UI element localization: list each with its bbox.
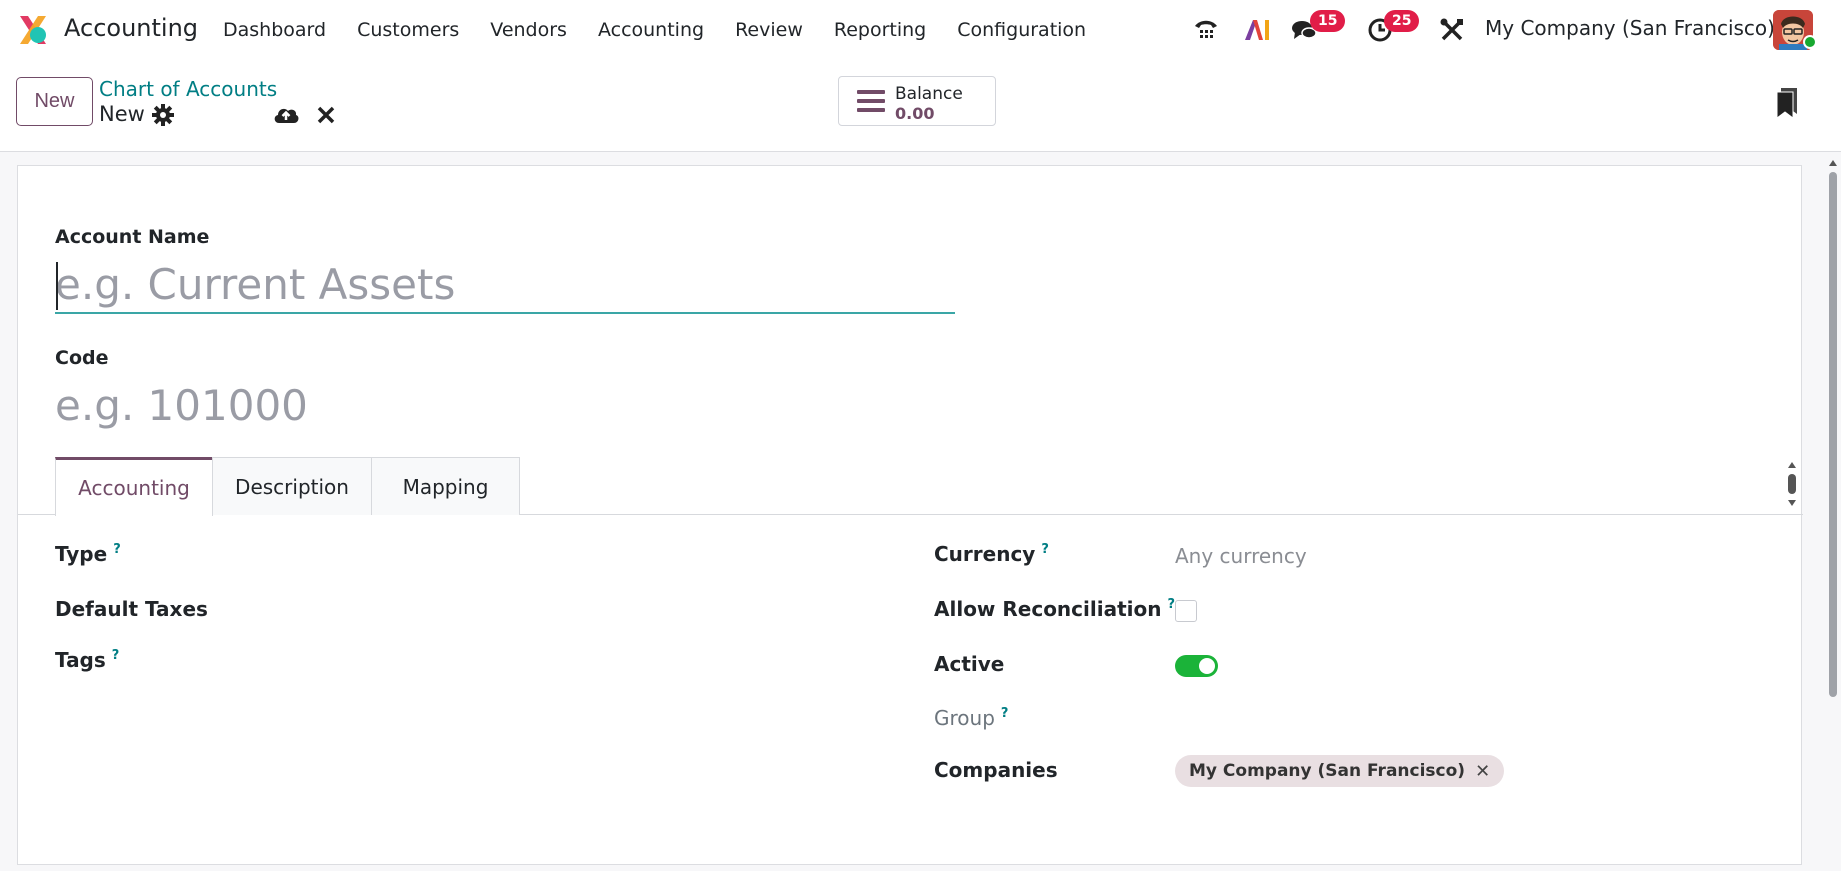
scroll-down-arrow-icon[interactable] [1786,497,1798,509]
tags-label: Tags? [55,648,119,672]
menu-configuration[interactable]: Configuration [957,19,1086,41]
cloud-upload-icon[interactable] [272,102,300,128]
company-tag-label: My Company (San Francisco) [1189,761,1466,781]
remove-tag-icon[interactable]: ✕ [1475,761,1490,782]
code-input[interactable] [55,376,955,434]
breadcrumb-chart-of-accounts[interactable]: Chart of Accounts [99,77,277,101]
type-label: Type? [55,542,121,566]
tabs-scrollbar[interactable] [1786,459,1798,509]
tags-label-text: Tags [55,648,106,672]
balance-value: 0.00 [895,104,935,123]
page-scrollbar-thumb[interactable] [1829,172,1837,697]
tabs-scrollbar-thumb[interactable] [1788,474,1796,494]
app-title[interactable]: Accounting [64,14,198,42]
currency-label: Currency? [934,542,1049,566]
ai-icon[interactable] [1242,16,1270,44]
control-panel: New Chart of Accounts New Balance 0.00 [0,60,1841,152]
balance-label: Balance [895,84,963,104]
tab-description[interactable]: Description [212,457,372,515]
currency-label-text: Currency [934,542,1036,566]
account-name-input[interactable] [55,256,955,314]
tags-help-icon[interactable]: ? [112,648,120,663]
type-help-icon[interactable]: ? [113,542,121,557]
menu-accounting[interactable]: Accounting [598,19,704,41]
allow-reconciliation-checkbox[interactable] [1175,600,1197,622]
scroll-up-arrow-icon[interactable] [1786,459,1798,471]
allow-reconciliation-label-text: Allow Reconciliation [934,597,1162,621]
company-tag: My Company (San Francisco) ✕ [1175,755,1505,787]
active-toggle[interactable] [1175,655,1218,677]
companies-label: Companies [934,758,1058,782]
gear-icon[interactable] [152,104,174,126]
phone-icon[interactable] [1192,16,1220,44]
accounting-app-icon[interactable] [16,13,50,47]
main-menu: Dashboard Customers Vendors Accounting R… [223,0,1117,60]
code-label: Code [55,347,109,369]
group-help-icon[interactable]: ? [1001,706,1009,721]
menu-reporting[interactable]: Reporting [834,19,926,41]
online-status-dot [1803,35,1817,49]
tab-accounting[interactable]: Accounting [55,457,213,516]
menu-vendors[interactable]: Vendors [490,19,567,41]
page-scrollbar[interactable] [1827,157,1839,697]
allow-reconciliation-label: Allow Reconciliation? [934,597,1175,621]
top-navbar: Accounting Dashboard Customers Vendors A… [0,0,1841,60]
account-name-label: Account Name [55,226,210,248]
group-label-text: Group [934,706,995,730]
balance-button[interactable]: Balance 0.00 [838,76,996,126]
group-label: Group? [934,706,1008,730]
new-button[interactable]: New [16,77,93,126]
breadcrumb-current-record: New [99,102,145,126]
close-icon[interactable] [316,104,336,126]
currency-help-icon[interactable]: ? [1041,542,1049,557]
messages-badge: 15 [1310,10,1346,32]
list-icon [857,90,885,112]
active-label: Active [934,652,1005,676]
toggle-knob [1199,658,1215,674]
currency-field[interactable]: Any currency [1175,544,1307,568]
tab-mapping[interactable]: Mapping [371,457,520,515]
menu-review[interactable]: Review [735,19,803,41]
activities-badge: 25 [1384,10,1420,32]
text-caret [56,262,58,310]
default-taxes-label: Default Taxes [55,597,208,621]
allow-reconciliation-help-icon[interactable]: ? [1167,597,1175,612]
form-tabs: Accounting Description Mapping [18,457,1803,516]
scroll-up-arrow-icon[interactable] [1827,157,1839,169]
type-label-text: Type [55,542,108,566]
menu-customers[interactable]: Customers [357,19,459,41]
company-switcher[interactable]: My Company (San Francisco) [1485,16,1775,40]
form-sheet: Account Name Code Accounting Description… [17,165,1803,865]
bookmark-icon[interactable] [1775,88,1799,118]
tools-icon[interactable] [1438,16,1466,44]
menu-dashboard[interactable]: Dashboard [223,19,326,41]
